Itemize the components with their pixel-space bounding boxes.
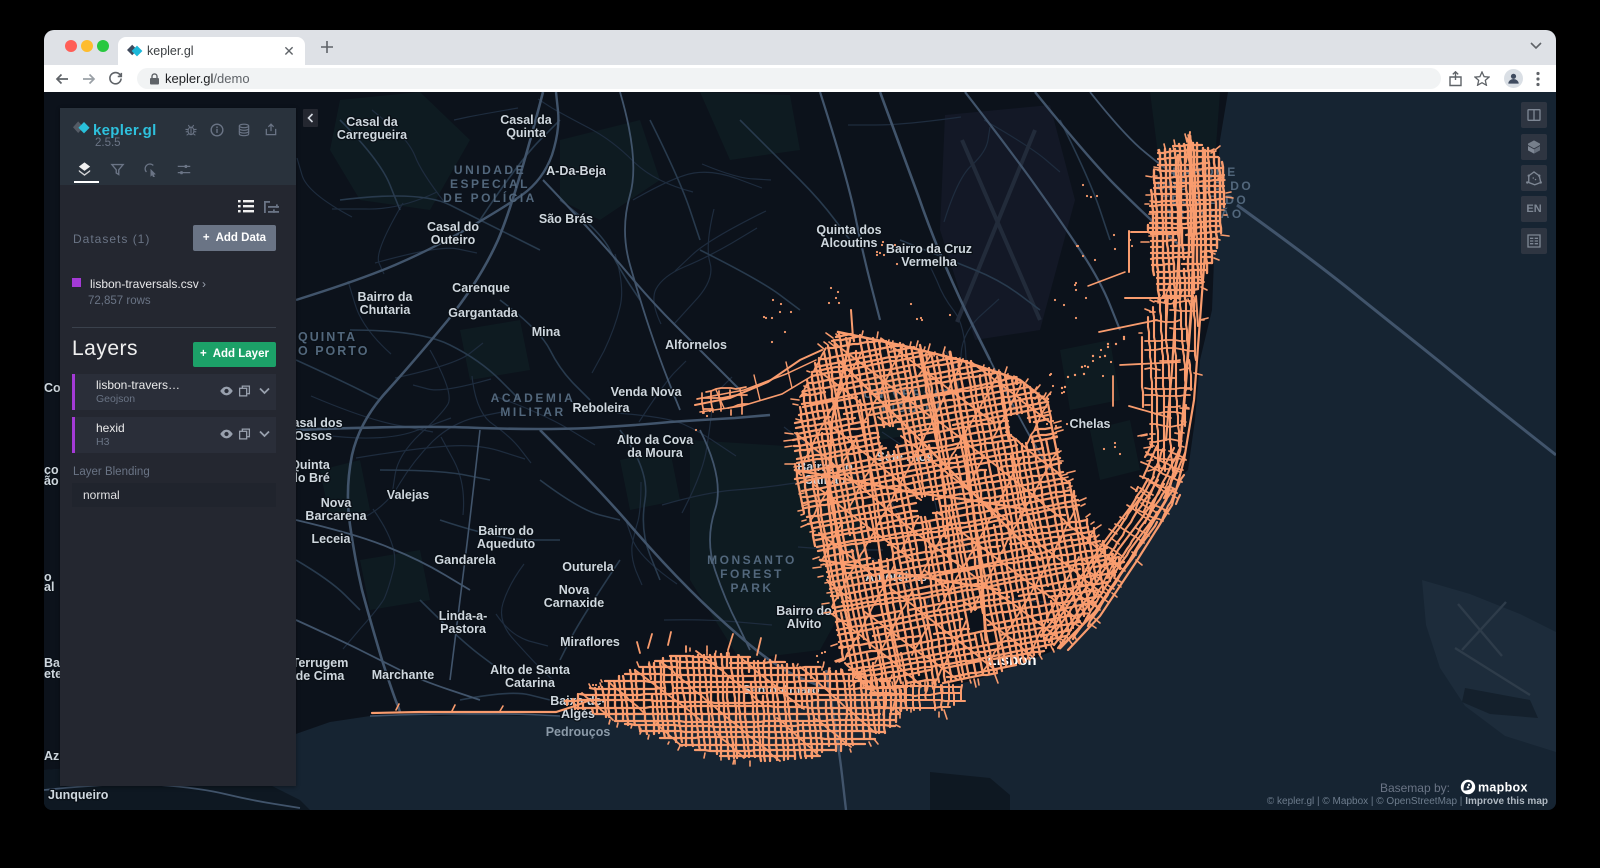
svg-text:Gargantada: Gargantada bbox=[448, 306, 519, 320]
svg-text:Quinta: Quinta bbox=[290, 458, 331, 472]
svg-text:Gandarela: Gandarela bbox=[434, 553, 496, 567]
svg-text:mapbox: mapbox bbox=[1478, 781, 1528, 795]
svg-text:Chutaria: Chutaria bbox=[360, 303, 412, 317]
svg-text:QUINTA: QUINTA bbox=[298, 330, 357, 344]
svg-text:Vermelha: Vermelha bbox=[901, 255, 958, 269]
svg-text:ESPECIAL: ESPECIAL bbox=[450, 177, 530, 191]
svg-text:Mina: Mina bbox=[532, 325, 562, 339]
svg-text:MONSANTO: MONSANTO bbox=[707, 553, 797, 567]
svg-text:Quinta dos: Quinta dos bbox=[816, 223, 881, 237]
svg-text:Bairro do: Bairro do bbox=[776, 604, 832, 618]
svg-text:Reboleira: Reboleira bbox=[573, 401, 631, 415]
svg-text:Quinta: Quinta bbox=[506, 126, 547, 140]
svg-text:Catarina: Catarina bbox=[505, 676, 556, 690]
svg-text:Venda Nova: Venda Nova bbox=[611, 385, 683, 399]
svg-text:Valejas: Valejas bbox=[387, 488, 429, 502]
svg-text:Linda-a-: Linda-a- bbox=[439, 609, 488, 623]
svg-text:ACADEMIA: ACADEMIA bbox=[491, 391, 576, 405]
svg-text:Junqueiro: Junqueiro bbox=[48, 788, 109, 802]
svg-text:Miraflores: Miraflores bbox=[560, 635, 620, 649]
svg-text:São Brás: São Brás bbox=[539, 212, 593, 226]
svg-text:al: al bbox=[44, 580, 54, 594]
svg-text:da Moura: da Moura bbox=[627, 446, 684, 460]
svg-text:Marchante: Marchante bbox=[372, 668, 435, 682]
svg-text:Aqueduto: Aqueduto bbox=[477, 537, 536, 551]
svg-text:Chelas: Chelas bbox=[1070, 417, 1111, 431]
svg-text:Leceia: Leceia bbox=[312, 532, 352, 546]
svg-text:Carregueira: Carregueira bbox=[337, 128, 408, 142]
svg-text:Alcoutins: Alcoutins bbox=[821, 236, 878, 250]
svg-text:Ossos: Ossos bbox=[294, 429, 332, 443]
svg-text:Casal da: Casal da bbox=[346, 115, 398, 129]
svg-text:Barcarena: Barcarena bbox=[305, 509, 367, 523]
svg-text:Terrugem: Terrugem bbox=[292, 656, 349, 670]
svg-text:MILITAR: MILITAR bbox=[500, 405, 565, 419]
svg-text:Alto de Santa: Alto de Santa bbox=[490, 663, 571, 677]
svg-text:de Cima: de Cima bbox=[296, 669, 346, 683]
svg-text:Bairro do: Bairro do bbox=[478, 524, 534, 538]
svg-text:A-Da-Beja: A-Da-Beja bbox=[546, 164, 607, 178]
svg-text:Outurela: Outurela bbox=[562, 560, 614, 574]
svg-text:Alfornelos: Alfornelos bbox=[665, 338, 727, 352]
svg-text:Alvito: Alvito bbox=[787, 617, 822, 631]
svg-text:O PORTO: O PORTO bbox=[298, 344, 369, 358]
svg-text:Bairro da Cruz: Bairro da Cruz bbox=[886, 242, 972, 256]
svg-text:UNIDADE: UNIDADE bbox=[454, 163, 526, 177]
svg-text:Pastora: Pastora bbox=[440, 622, 487, 636]
svg-text:Nova: Nova bbox=[559, 583, 591, 597]
svg-text:FOREST: FOREST bbox=[720, 567, 784, 581]
svg-text:Carnaxide: Carnaxide bbox=[544, 596, 604, 610]
svg-text:Outeiro: Outeiro bbox=[431, 233, 476, 247]
svg-text:ão: ão bbox=[44, 474, 59, 488]
svg-text:Carenque: Carenque bbox=[452, 281, 510, 295]
svg-text:Casal do: Casal do bbox=[427, 220, 479, 234]
svg-text:Alto da Cova: Alto da Cova bbox=[617, 433, 694, 447]
svg-text:DE POLÍCIA: DE POLÍCIA bbox=[443, 190, 537, 205]
svg-text:PARK: PARK bbox=[730, 581, 773, 595]
svg-text:Casal da: Casal da bbox=[500, 113, 552, 127]
svg-text:Pedrouços: Pedrouços bbox=[546, 725, 611, 739]
svg-text:Bairro da: Bairro da bbox=[358, 290, 414, 304]
svg-text:do Bré: do Bré bbox=[290, 471, 330, 485]
svg-text:Nova: Nova bbox=[321, 496, 353, 510]
